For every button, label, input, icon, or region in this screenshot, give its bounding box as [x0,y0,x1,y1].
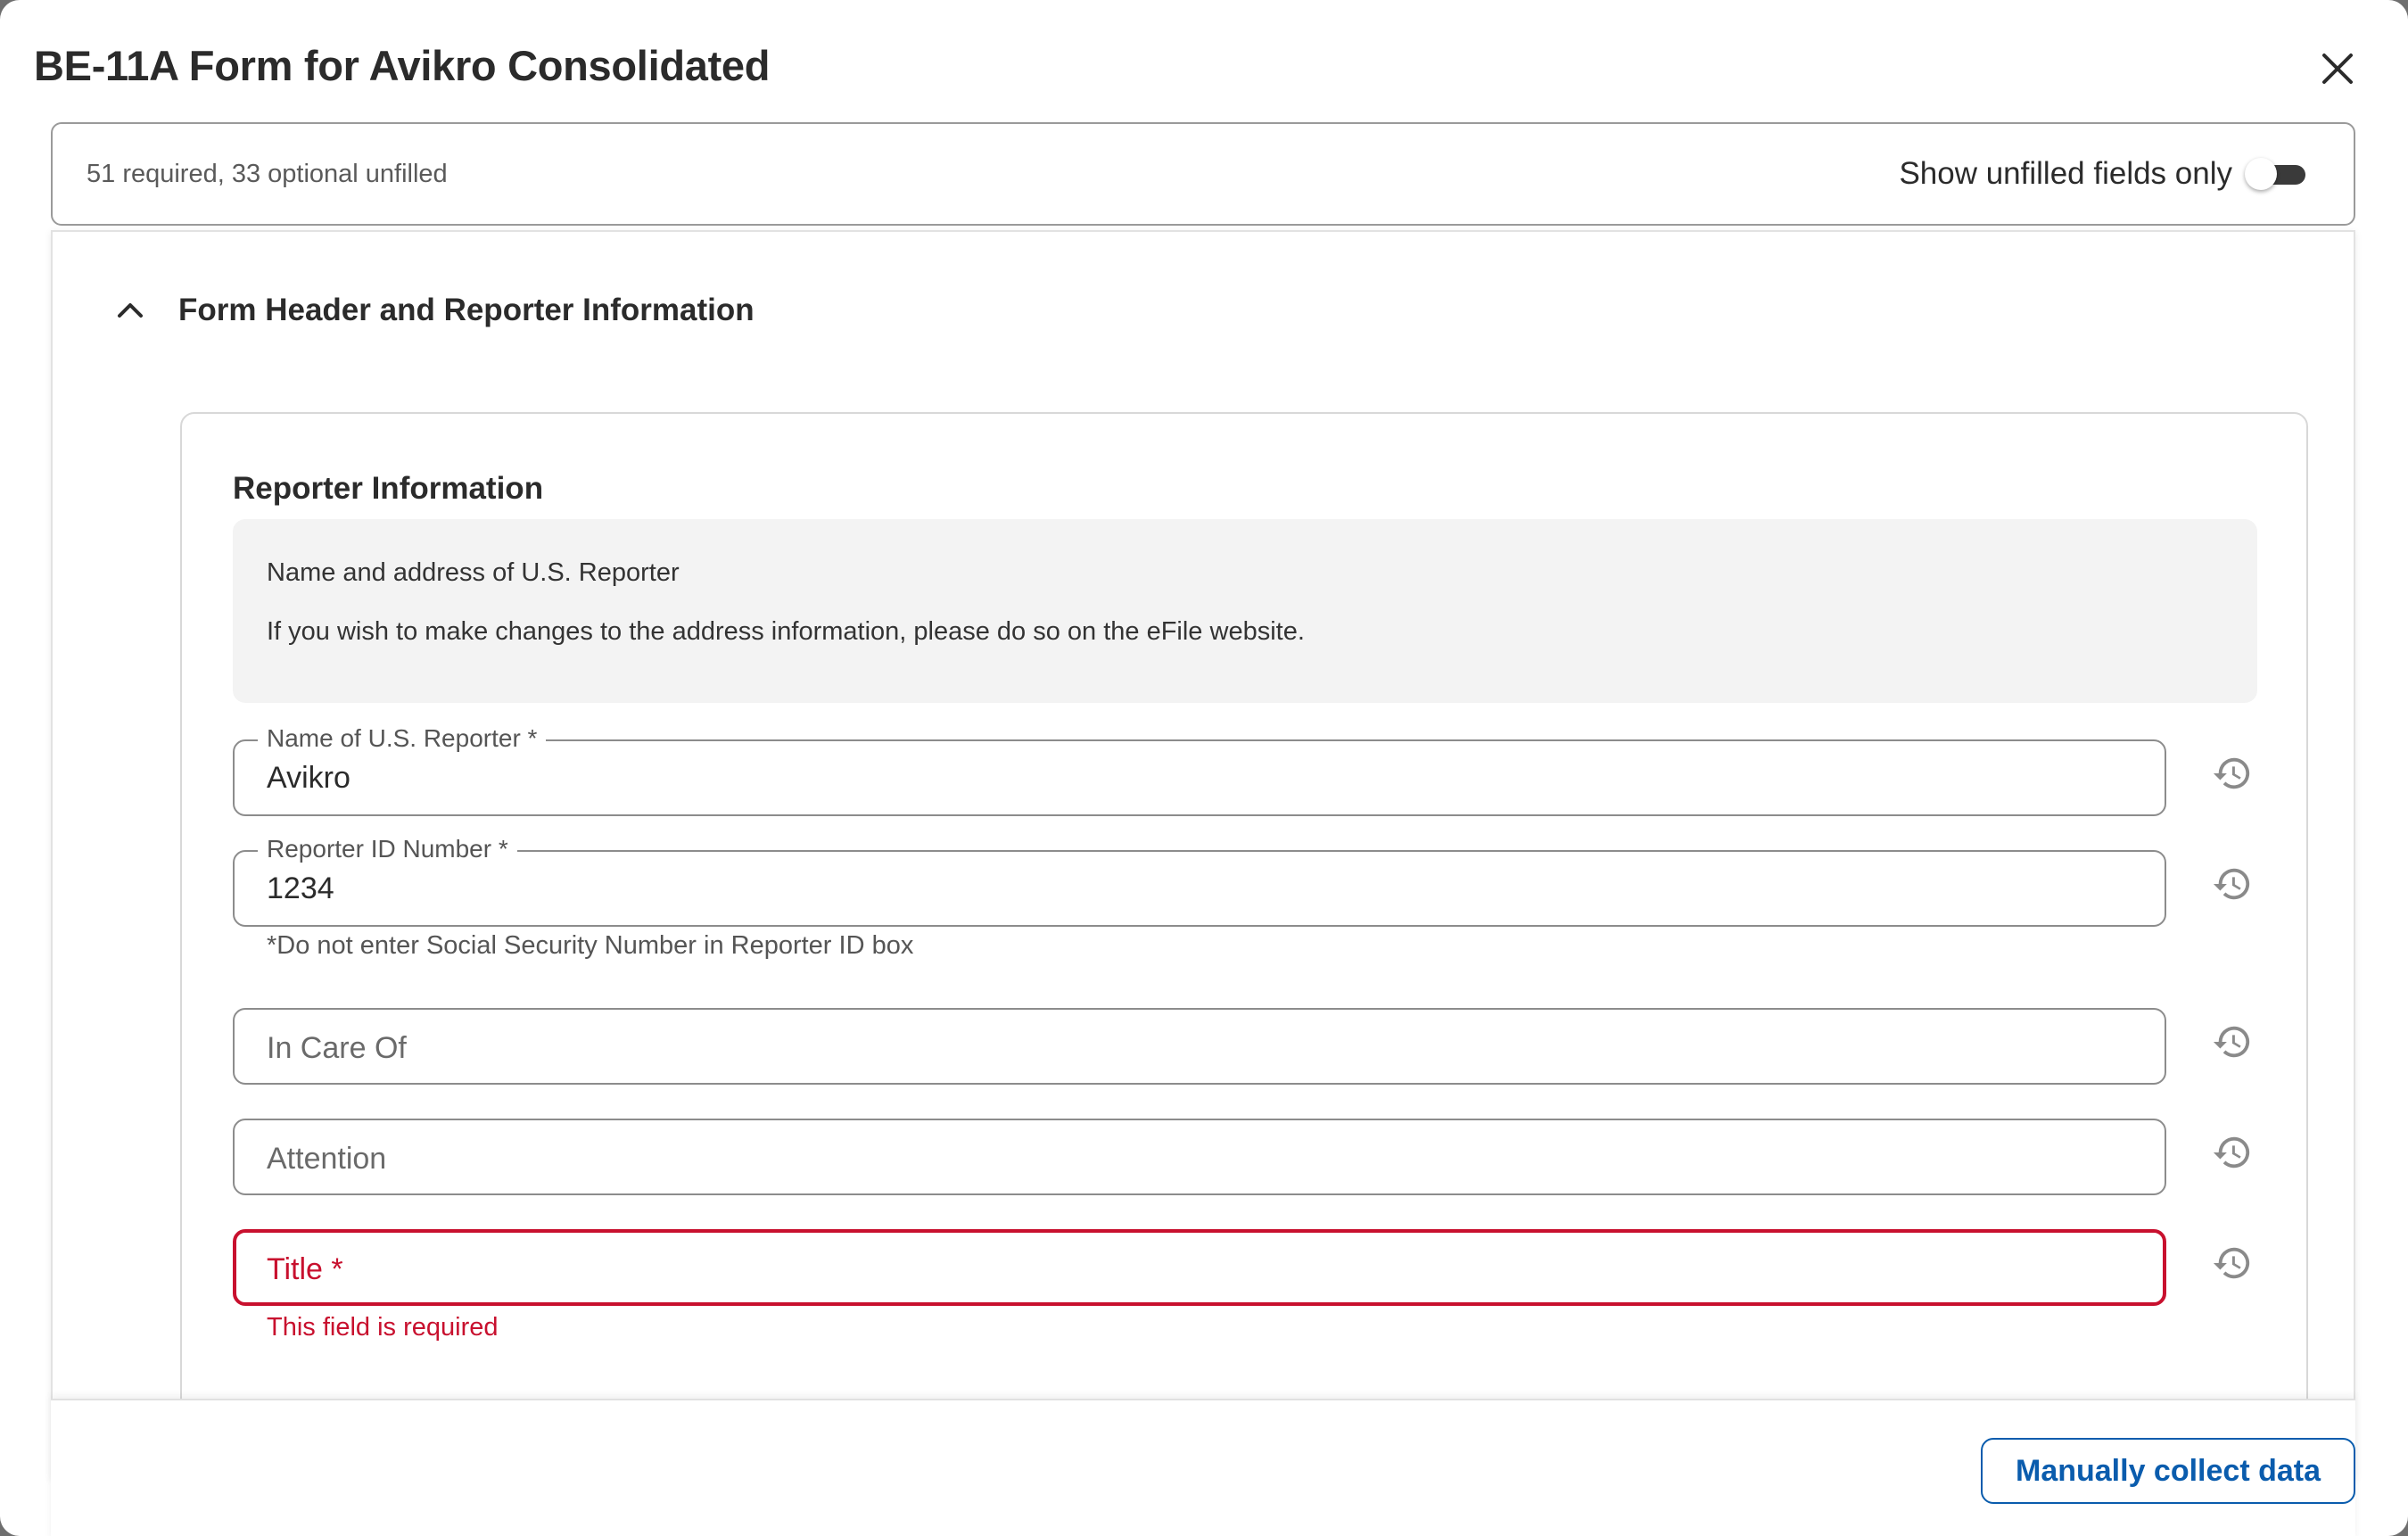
reporter-id-history-button[interactable] [2208,860,2256,908]
in-care-of-history-button[interactable] [2208,1018,2256,1066]
title-placeholder: Title * [267,1252,343,1286]
unfilled-summary-bar: 51 required, 33 optional unfilled Show u… [51,122,2355,226]
be11a-form-modal: BE-11A Form for Avikro Consolidated 51 r… [0,0,2408,1536]
history-icon [2213,1247,2250,1279]
reporter-name-history-button[interactable] [2208,749,2256,797]
title-history-button[interactable] [2208,1239,2256,1287]
info-heading: Name and address of U.S. Reporter [267,558,680,587]
history-icon [2213,757,2250,789]
reporter-id-label: Reporter ID Number * [258,835,517,863]
in-care-of-placeholder: In Care Of [267,1031,407,1065]
show-unfilled-label: Show unfilled fields only [1899,156,2232,191]
title-field[interactable]: Title * [233,1229,2166,1306]
history-icon [2213,868,2250,900]
card-title: Reporter Information [233,471,544,506]
reporter-name-label: Name of U.S. Reporter * [258,724,547,753]
modal-title: BE-11A Form for Avikro Consolidated [34,42,771,89]
reporter-id-field[interactable]: Reporter ID Number * [233,835,2166,927]
manually-collect-data-button[interactable]: Manually collect data [1981,1438,2355,1504]
attention-field[interactable]: Attention [233,1119,2166,1195]
unfilled-count-text: 51 required, 33 optional unfilled [87,160,448,188]
close-button[interactable] [2313,45,2362,93]
section-header-reporter[interactable]: Form Header and Reporter Information [103,284,755,337]
form-content-panel: Form Header and Reporter Information Rep… [51,230,2355,1536]
reporter-id-input[interactable] [267,871,2122,906]
modal-footer: Manually collect data [51,1399,2355,1536]
close-icon [2322,54,2353,84]
history-icon [2213,1136,2250,1169]
toggle-knob [2245,158,2277,190]
history-icon [2213,1026,2250,1058]
attention-placeholder: Attention [267,1142,387,1176]
title-error-message: This field is required [267,1313,499,1342]
reporter-name-input[interactable] [267,761,2122,796]
show-unfilled-toggle[interactable] [2245,158,2307,190]
in-care-of-field[interactable]: In Care Of [233,1008,2166,1085]
attention-history-button[interactable] [2208,1128,2256,1177]
reporter-id-helper: *Do not enter Social Security Number in … [267,931,914,960]
chevron-up-icon [103,284,157,337]
reporter-information-card: Reporter Information Name and address of… [180,412,2308,1536]
info-note: If you wish to make changes to the addre… [267,617,1305,646]
info-box: Name and address of U.S. Reporter If you… [233,519,2257,703]
reporter-name-field[interactable]: Name of U.S. Reporter * [233,724,2166,816]
section-title: Form Header and Reporter Information [178,293,755,327]
